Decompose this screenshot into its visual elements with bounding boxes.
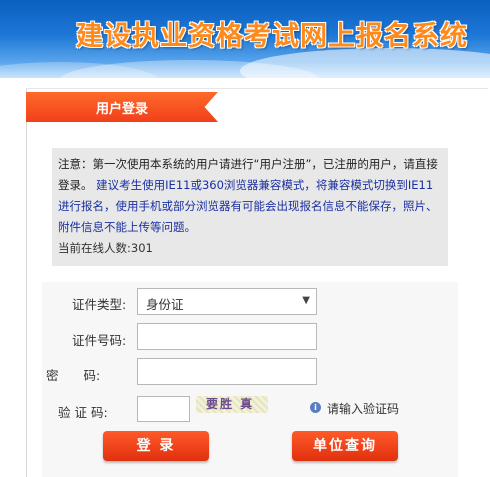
captcha-hint: 请输入验证码 [327, 402, 400, 416]
id-type-label: 证件类型: [72, 297, 127, 312]
id-type-select[interactable]: 身份证 ▼ [137, 288, 317, 315]
notice-browser-hint: 建议考生使用IE11或360浏览器兼容模式，将兼容模式切换到IE11进行报名，使… [58, 178, 438, 234]
captcha-image[interactable]: 要胜 真 [196, 396, 268, 413]
captcha-input[interactable] [137, 396, 190, 422]
header-banner: 建设执业资格考试网上报名系统 [0, 0, 490, 78]
chevron-down-icon: ▼ [302, 295, 310, 306]
site-title: 建设执业资格考试网上报名系统 [76, 21, 468, 52]
unit-query-button[interactable]: 单位查询 [292, 431, 398, 461]
password-input[interactable] [137, 358, 317, 385]
login-tab-label: 用户登录 [96, 102, 149, 117]
id-number-label: 证件号码: [72, 333, 127, 348]
login-button[interactable]: 登 录 [103, 431, 209, 461]
notice-box: 注意：第一次使用本系统的用户请进行“用户注册”，已注册的用户，请直接登录。 建议… [52, 148, 448, 266]
captcha-label: 验 证 码: [58, 405, 108, 420]
id-number-input[interactable] [137, 323, 317, 350]
info-icon: i [310, 402, 321, 413]
id-type-value: 身份证 [146, 297, 184, 312]
online-count: 当前在线人数:301 [58, 241, 153, 255]
password-label: 密 码: [46, 368, 101, 383]
